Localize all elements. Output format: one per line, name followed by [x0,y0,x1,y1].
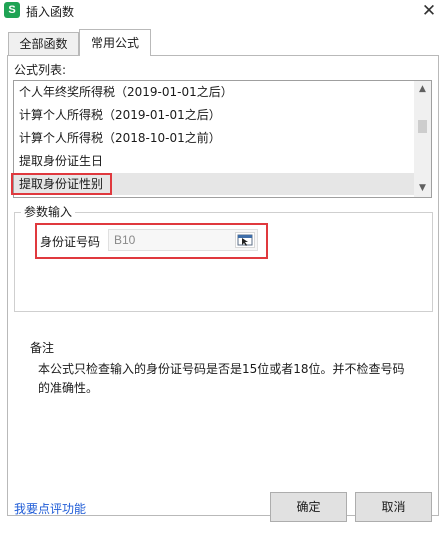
param-groupbox [14,212,433,312]
list-scrollbar[interactable]: ▲ ▼ [414,81,431,197]
window-title: 插入函数 [26,5,75,19]
notes-text: 本公式只检查输入的身份证号码是否是15位或者18位。并不检查号码的准确性。 [38,362,405,395]
id-number-input[interactable]: B10 [108,229,258,251]
cell-range-picker-icon[interactable] [235,232,255,248]
feedback-link[interactable]: 我要点评功能 [14,500,86,517]
notes-title: 备注 [30,341,55,355]
tab-common-formulas[interactable]: 常用公式 [79,29,151,56]
close-icon[interactable]: ✕ [417,0,441,22]
formula-list-label: 公式列表: [14,63,67,77]
cancel-button[interactable]: 取消 [355,492,432,522]
formula-listbox[interactable]: 个人年终奖所得税（2019-01-01之后） 计算个人所得税（2019-01-0… [13,80,432,198]
title-bar: S 插入函数 ✕ [0,0,447,22]
scroll-down-icon[interactable]: ▼ [414,180,431,197]
list-item[interactable]: 提取身份证生日 [14,150,414,172]
wps-app-icon: S [4,2,20,18]
list-item[interactable]: 计算个人所得税（2019-01-01之后） [14,104,414,126]
scroll-up-icon[interactable]: ▲ [414,81,431,98]
list-item-selected[interactable]: 提取身份证性别 [14,173,414,195]
tab-all-functions[interactable]: 全部函数 [8,32,79,55]
scroll-thumb[interactable] [418,120,427,133]
list-item[interactable]: 个人年终奖所得税（2019-01-01之后） [14,81,414,103]
id-number-value: B10 [114,233,136,247]
id-number-label: 身份证号码 [40,235,101,249]
ok-button[interactable]: 确定 [270,492,347,522]
list-item[interactable]: 计算个人所得税（2018-10-01之前） [14,127,414,149]
param-group-legend: 参数输入 [21,205,76,219]
